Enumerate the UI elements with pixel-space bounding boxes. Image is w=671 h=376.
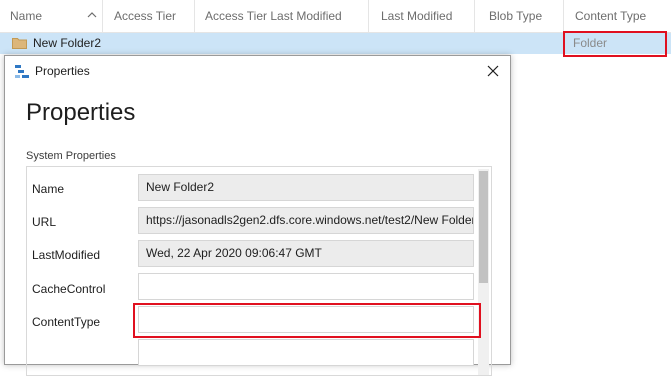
property-label-url: URL <box>32 215 57 229</box>
section-title: System Properties <box>26 150 116 162</box>
cachecontrol-input[interactable] <box>138 273 474 300</box>
property-value-lastmodified: Wed, 22 Apr 2020 09:06:47 GMT <box>138 240 474 267</box>
dialog-heading: Properties <box>26 99 136 126</box>
properties-window-icon <box>15 65 29 78</box>
properties-dialog: Properties Properties System Properties … <box>4 55 511 376</box>
grid-header: Name Access Tier Access Tier Last Modifi… <box>0 0 671 33</box>
property-label-lastmodified: LastModified <box>32 248 101 262</box>
column-header-access-tier-last-modified[interactable]: Access Tier Last Modified <box>195 0 369 33</box>
dialog-window-title: Properties <box>35 64 90 78</box>
column-header-content-type[interactable]: Content Type <box>564 0 671 33</box>
property-label-contenttype: ContentType <box>32 315 101 329</box>
contenttype-highlight-box <box>133 303 481 338</box>
property-label-name: Name <box>32 182 65 196</box>
properties-panel: Name New Folder2 URL https://jasonadls2g… <box>26 166 492 376</box>
property-label-cachecontrol: CacheControl <box>32 282 106 296</box>
column-header-last-modified[interactable]: Last Modified <box>369 0 475 33</box>
property-value-url: https://jasonadls2gen2.dfs.core.windows.… <box>138 207 474 234</box>
column-header-label: Name <box>10 9 43 23</box>
content-type-highlight-box <box>563 31 667 57</box>
column-header-access-tier[interactable]: Access Tier <box>103 0 195 33</box>
property-value-name: New Folder2 <box>138 174 474 201</box>
folder-icon <box>12 38 27 49</box>
column-header-blob-type[interactable]: Blob Type <box>475 0 564 33</box>
properties-scrollbar[interactable] <box>478 169 489 375</box>
row-name-cell: New Folder2 <box>33 36 102 50</box>
chevron-up-icon <box>87 12 97 18</box>
column-header-name[interactable]: Name <box>0 0 103 33</box>
scrollbar-thumb[interactable] <box>479 171 488 283</box>
close-icon[interactable] <box>486 64 500 78</box>
dialog-titlebar[interactable]: Properties <box>5 56 510 86</box>
